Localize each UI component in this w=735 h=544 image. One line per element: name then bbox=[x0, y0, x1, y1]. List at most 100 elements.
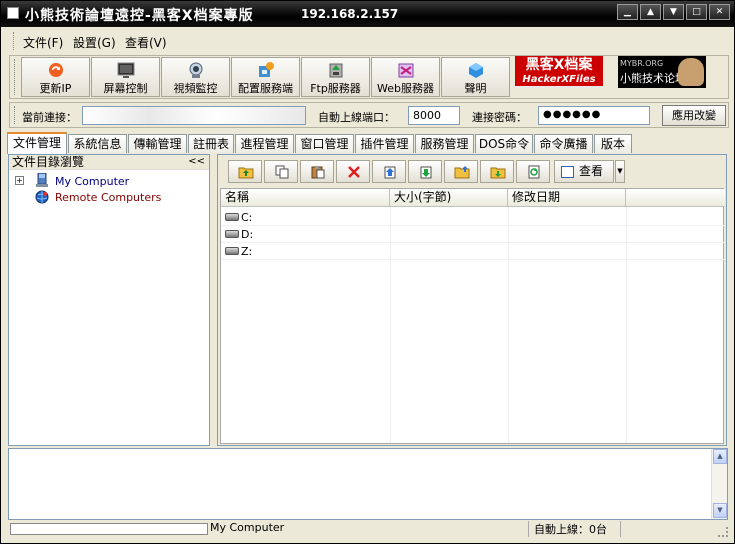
view-mode-dropdown[interactable]: ▼ bbox=[615, 160, 625, 183]
config-server-button[interactable]: 配置服務端 bbox=[231, 57, 300, 97]
info-cube-icon bbox=[468, 63, 483, 78]
drive-icon bbox=[225, 247, 239, 255]
roll-up-button[interactable]: ▲ bbox=[640, 4, 661, 20]
download-icon bbox=[420, 166, 432, 179]
directory-tree-title: 文件目錄瀏覽 bbox=[12, 155, 85, 169]
minimize-button[interactable]: ▁ bbox=[617, 4, 638, 20]
tab-version[interactable]: 版本 bbox=[594, 134, 632, 153]
log-scrollbar[interactable]: ▲ ▼ bbox=[711, 449, 727, 519]
password-input[interactable]: ●●●●●● bbox=[538, 106, 650, 125]
file-list-header: 名稱 大小(字節) 修改日期 bbox=[221, 189, 725, 207]
copy-icon bbox=[275, 165, 289, 179]
connection-grip[interactable] bbox=[14, 106, 17, 124]
tab-process-manager[interactable]: 進程管理 bbox=[235, 134, 294, 153]
menu-settings[interactable]: 設置(G) bbox=[73, 34, 116, 51]
maximize-button[interactable]: □ bbox=[686, 4, 707, 20]
open-folder-button[interactable] bbox=[444, 160, 478, 183]
statement-button[interactable]: 聲明 bbox=[441, 57, 510, 97]
up-folder-button[interactable] bbox=[228, 160, 262, 183]
paste-button[interactable] bbox=[300, 160, 334, 183]
progress-bar bbox=[10, 523, 208, 535]
status-online-count: 自動上線：0台 bbox=[534, 523, 607, 536]
tree-expander[interactable]: + bbox=[15, 176, 24, 185]
column-modified[interactable]: 修改日期 bbox=[508, 189, 626, 207]
refresh-icon bbox=[528, 165, 540, 179]
title-bar[interactable]: 小熊技術論壇遠控-黑客X档案專版 192.168.2.157 ▁ ▲ ▼ □ ✕ bbox=[1, 1, 734, 27]
screen-icon bbox=[117, 62, 134, 78]
tab-service-manager[interactable]: 服務管理 bbox=[415, 134, 474, 153]
collapse-button[interactable]: << bbox=[188, 155, 205, 169]
save-folder-button[interactable] bbox=[480, 160, 514, 183]
file-row[interactable]: D: bbox=[221, 226, 725, 243]
tab-registry[interactable]: 註冊表 bbox=[188, 134, 234, 153]
tab-command-broadcast[interactable]: 命令廣播 bbox=[534, 134, 593, 153]
menu-file[interactable]: 文件(F) bbox=[23, 34, 63, 51]
tree-label-remote-computers: Remote Computers bbox=[55, 191, 162, 204]
main-toolbar: 更新IP 屏幕控制 視頻監控 配置服務端 Ftp服務器 Web服務器 聲明 黑客… bbox=[9, 55, 729, 99]
up-folder-icon bbox=[238, 167, 254, 179]
directory-tree-panel: 文件目錄瀏覽 << + My Computer Remote Computers bbox=[8, 154, 210, 446]
video-monitor-button[interactable]: 視頻監控 bbox=[161, 57, 230, 97]
hacker-x-files-logo: 黑客X档案 HackerXFiles bbox=[515, 56, 603, 88]
main-window: 小熊技術論壇遠控-黑客X档案專版 192.168.2.157 ▁ ▲ ▼ □ ✕… bbox=[0, 0, 735, 544]
download-button[interactable] bbox=[408, 160, 442, 183]
tab-system-info[interactable]: 系統信息 bbox=[68, 134, 127, 153]
column-size[interactable]: 大小(字節) bbox=[390, 189, 508, 207]
connection-bar: 當前連接： 自動上線端口： 8000 連接密碼： ●●●●●● 應用改變 bbox=[9, 102, 729, 128]
tab-file-manager[interactable]: 文件管理 bbox=[7, 132, 67, 154]
paste-icon bbox=[311, 166, 325, 179]
window-controls: ▁ ▲ ▼ □ ✕ bbox=[617, 4, 730, 20]
menu-view[interactable]: 查看(V) bbox=[125, 34, 167, 51]
refresh-button[interactable] bbox=[516, 160, 550, 183]
bear-icon bbox=[678, 58, 704, 86]
file-row[interactable]: C: bbox=[221, 209, 725, 226]
status-separator bbox=[528, 521, 529, 537]
scroll-down-button[interactable]: ▼ bbox=[713, 503, 727, 518]
tab-plugin-manager[interactable]: 插件管理 bbox=[355, 134, 414, 153]
file-browser-panel: 查看 ▼ 名稱 大小(字節) 修改日期 C: D: Z: bbox=[217, 154, 727, 446]
delete-button[interactable] bbox=[336, 160, 370, 183]
menu-grip[interactable] bbox=[13, 32, 16, 50]
grid-view-icon bbox=[561, 166, 574, 178]
current-connection-field[interactable] bbox=[82, 106, 306, 125]
column-name[interactable]: 名稱 bbox=[221, 189, 390, 207]
drive-icon bbox=[225, 230, 239, 238]
copy-button[interactable] bbox=[264, 160, 298, 183]
tab-dos-command[interactable]: DOS命令 bbox=[475, 134, 533, 153]
column-extra[interactable] bbox=[626, 189, 725, 207]
menu-bar: 文件(F) 設置(G) 查看(V) bbox=[1, 30, 734, 52]
port-input[interactable]: 8000 bbox=[408, 106, 460, 125]
tab-window-manager[interactable]: 窗口管理 bbox=[295, 134, 354, 153]
view-mode-button[interactable]: 查看 bbox=[554, 160, 614, 183]
upload-icon bbox=[384, 166, 396, 179]
window-title: 小熊技術論壇遠控-黑客X档案專版 bbox=[25, 8, 254, 24]
open-folder-icon bbox=[454, 166, 470, 179]
directory-tree-header: 文件目錄瀏覽 << bbox=[9, 155, 209, 170]
app-icon bbox=[7, 7, 19, 19]
tab-transfer-manager[interactable]: 傳輸管理 bbox=[128, 134, 187, 153]
roll-down-button[interactable]: ▼ bbox=[663, 4, 684, 20]
log-panel[interactable]: ▲ ▼ bbox=[8, 448, 728, 520]
status-separator bbox=[620, 521, 621, 537]
drive-icon bbox=[225, 213, 239, 221]
file-list: 名稱 大小(字節) 修改日期 C: D: Z: bbox=[220, 188, 725, 444]
web-server-button[interactable]: Web服務器 bbox=[371, 57, 440, 97]
toolbar-grip[interactable] bbox=[14, 59, 17, 95]
scroll-up-button[interactable]: ▲ bbox=[713, 449, 727, 464]
update-ip-button[interactable]: 更新IP bbox=[21, 57, 90, 97]
close-button[interactable]: ✕ bbox=[709, 4, 730, 20]
screen-control-button[interactable]: 屏幕控制 bbox=[91, 57, 160, 97]
upload-button[interactable] bbox=[372, 160, 406, 183]
ftp-server-button[interactable]: Ftp服務器 bbox=[301, 57, 370, 97]
delete-icon bbox=[348, 166, 360, 178]
computer-icon bbox=[36, 173, 48, 187]
resize-grip[interactable] bbox=[718, 527, 728, 537]
window-ip: 192.168.2.157 bbox=[301, 7, 399, 21]
refresh-ip-icon bbox=[48, 63, 63, 77]
config-server-icon bbox=[258, 62, 274, 77]
file-row[interactable]: Z: bbox=[221, 243, 725, 260]
apply-changes-button[interactable]: 應用改變 bbox=[662, 105, 726, 126]
ftp-icon bbox=[329, 63, 342, 78]
webcam-icon bbox=[189, 62, 202, 78]
forum-logo: MYBR.ORG 小熊技术论坛 bbox=[618, 56, 706, 88]
